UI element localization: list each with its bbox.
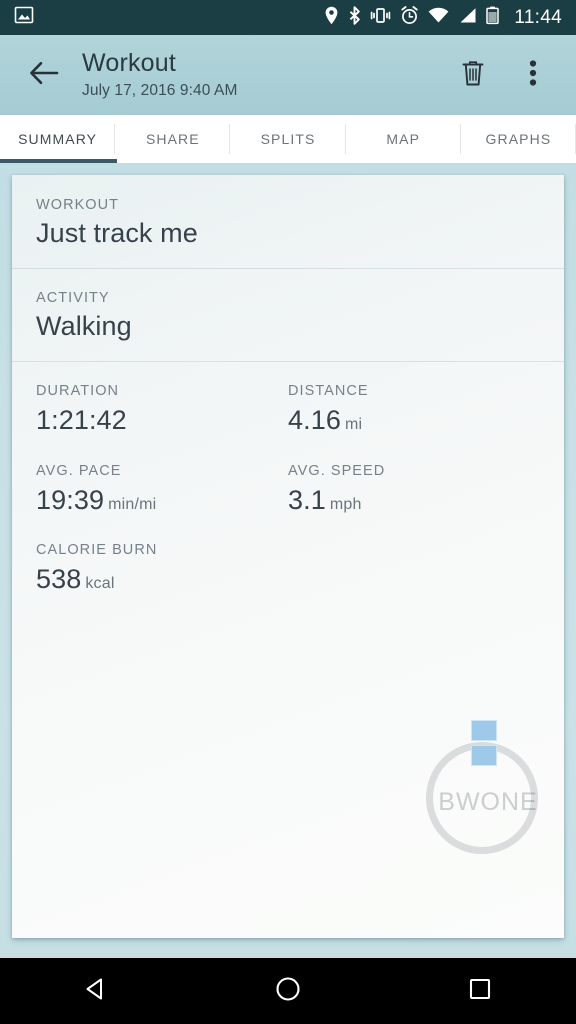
metric-calorie-burn: CALORIE BURN 538 kcal	[36, 542, 288, 596]
metric-calorie-burn-number: 538	[36, 564, 82, 595]
status-bar-right-icons: 11:44	[324, 5, 562, 30]
metric-avg-pace: AVG. PACE 19:39 min/mi	[36, 463, 288, 517]
workout-row: WORKOUT Just track me	[12, 175, 564, 268]
metric-avg-pace-unit: min/mi	[108, 495, 157, 513]
arrow-left-icon	[29, 60, 59, 91]
tab-map[interactable]: MAP	[346, 115, 462, 163]
metric-duration-value: 1:21:42	[36, 405, 288, 437]
metrics-grid: DURATION 1:21:42 DISTANCE 4.16 mi AVG. PA…	[12, 361, 564, 623]
metric-calorie-burn-value: 538 kcal	[36, 564, 288, 596]
app-bar-titles: Workout July 17, 2016 9:40 AM	[82, 50, 448, 100]
overflow-menu-button[interactable]	[508, 49, 558, 101]
delete-button[interactable]	[448, 49, 498, 101]
back-button[interactable]	[18, 49, 70, 101]
metric-avg-speed-number: 3.1	[288, 484, 326, 515]
metric-calorie-burn-unit: kcal	[85, 575, 115, 593]
tab-splits-label: SPLITS	[260, 131, 316, 147]
app-bar: Workout July 17, 2016 9:40 AM	[0, 35, 576, 115]
tab-map-label: MAP	[386, 131, 421, 147]
nav-home-button[interactable]	[240, 963, 336, 1019]
metric-duration: DURATION 1:21:42	[36, 383, 288, 437]
activity-row: ACTIVITY Walking	[12, 267, 564, 361]
bluetooth-icon	[348, 5, 361, 30]
status-bar-left-icons	[14, 5, 34, 30]
metric-avg-pace-value: 19:39 min/mi	[36, 485, 288, 517]
metric-distance-value: 4.16 mi	[288, 405, 540, 437]
phone-screen: 11:44 Workout July 17, 2016 9:40 AM SUMM…	[0, 0, 576, 1024]
tab-bar: SUMMARY SHARE SPLITS MAP GRAPHS	[0, 115, 576, 163]
metric-distance-number: 4.16	[288, 404, 341, 435]
metric-distance-unit: mi	[344, 415, 363, 433]
recents-square-icon	[466, 975, 494, 1008]
workout-value: Just track me	[36, 218, 198, 248]
signal-icon	[458, 7, 477, 29]
wifi-icon	[428, 7, 449, 29]
nav-recents-button[interactable]	[432, 963, 528, 1019]
metric-avg-speed-label: AVG. SPEED	[288, 462, 386, 479]
metric-duration-number: 1:21:42	[36, 404, 127, 435]
tab-splits[interactable]: SPLITS	[230, 115, 346, 163]
tab-graphs-label: GRAPHS	[485, 131, 552, 147]
status-bar: 11:44	[0, 0, 576, 35]
workout-label: WORKOUT	[36, 197, 120, 213]
trash-icon	[459, 58, 487, 93]
location-icon	[324, 6, 339, 30]
alarm-icon	[400, 5, 419, 30]
activity-label: ACTIVITY	[36, 289, 110, 306]
metric-avg-speed: AVG. SPEED 3.1 mph	[288, 463, 540, 517]
navigation-bar	[0, 958, 576, 1024]
battery-icon	[486, 6, 500, 30]
metrics-section: DURATION 1:21:42 DISTANCE 4.16 mi AVG. PA…	[12, 360, 564, 633]
metric-duration-label: DURATION	[36, 382, 120, 399]
tab-summary-label: SUMMARY	[18, 131, 98, 147]
metric-avg-pace-number: 19:39	[36, 484, 105, 515]
back-triangle-icon	[82, 975, 110, 1008]
status-bar-clock: 11:44	[514, 6, 562, 28]
tab-share[interactable]: SHARE	[115, 115, 231, 163]
activity-value: Walking	[36, 310, 132, 341]
nav-back-button[interactable]	[48, 963, 144, 1019]
tab-summary[interactable]: SUMMARY	[0, 115, 116, 163]
metric-calorie-burn-label: CALORIE BURN	[36, 542, 158, 559]
page-subtitle: July 17, 2016 9:40 AM	[82, 81, 238, 99]
summary-page: WORKOUT Just track me ACTIVITY Walking D…	[0, 163, 576, 958]
metric-distance: DISTANCE 4.16 mi	[288, 383, 540, 437]
metric-avg-speed-value: 3.1 mph	[288, 485, 540, 517]
home-circle-icon	[274, 975, 302, 1008]
app-bar-actions	[448, 49, 558, 101]
vibrate-icon	[370, 6, 391, 30]
metric-avg-pace-label: AVG. PACE	[36, 462, 122, 479]
tab-graphs[interactable]: GRAPHS	[461, 115, 576, 163]
metric-distance-label: DISTANCE	[288, 382, 369, 399]
metric-avg-speed-unit: mph	[329, 495, 362, 513]
page-title: Workout	[82, 49, 177, 78]
image-icon	[14, 5, 34, 30]
more-vertical-icon	[529, 58, 537, 93]
summary-card: WORKOUT Just track me ACTIVITY Walking D…	[12, 175, 564, 938]
tab-share-label: SHARE	[145, 131, 200, 147]
